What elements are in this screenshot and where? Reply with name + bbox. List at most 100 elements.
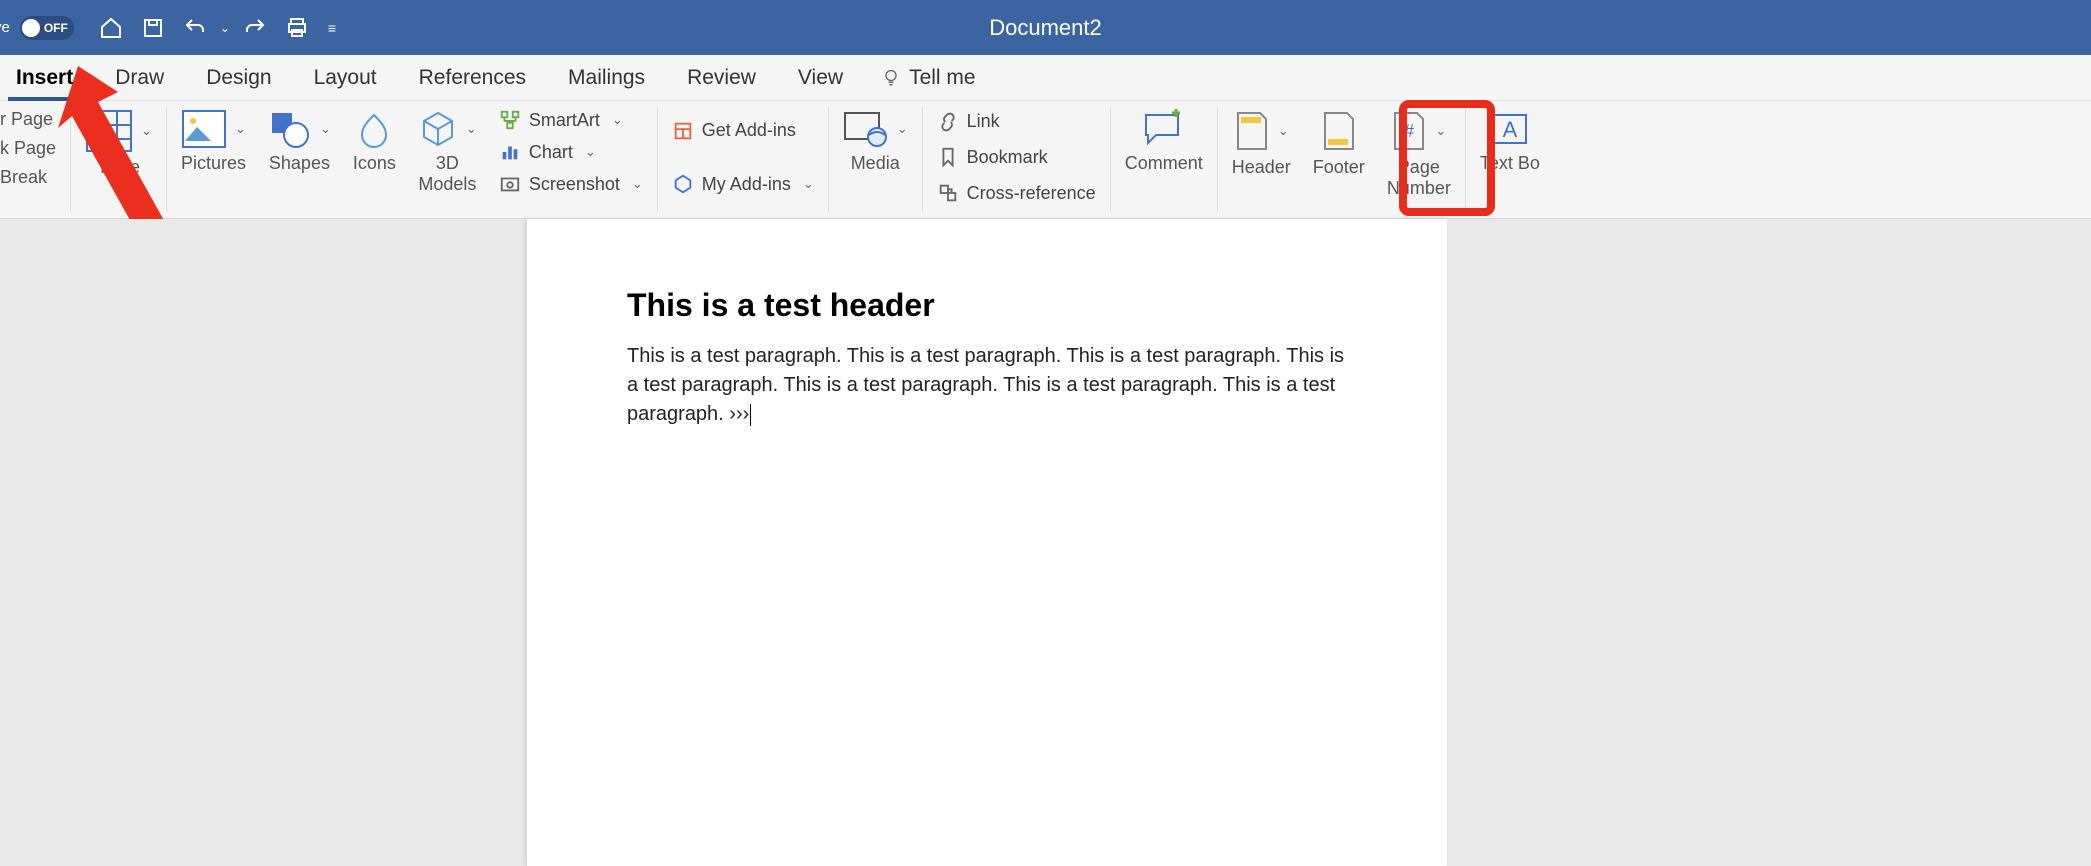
comment-button[interactable]: Comment xyxy=(1125,109,1203,174)
table-label: Table xyxy=(97,157,140,178)
media-button[interactable]: ⌄ Media xyxy=(843,109,908,174)
redo-icon[interactable] xyxy=(238,11,272,45)
group-illustrations: ⌄ Pictures ⌄ Shapes Icons ⌄ 3D xyxy=(167,107,658,212)
page-number-button[interactable]: # ⌄ Page Number xyxy=(1387,109,1451,198)
store-icon xyxy=(672,120,694,142)
icons-label: Icons xyxy=(353,153,396,174)
tab-references[interactable]: References xyxy=(415,58,530,98)
group-header-footer: ⌄ Header Footer # ⌄ Page Number xyxy=(1218,107,1466,212)
bookmark-button[interactable]: Bookmark xyxy=(937,146,1096,168)
get-addins-button[interactable]: Get Add-ins xyxy=(672,120,814,142)
document-canvas: This is a test header This is a test par… xyxy=(0,219,2091,866)
ribbon-insert: r Page k Page Break ⌄ Table ⌄ Pictures xyxy=(0,101,2091,219)
shapes-label: Shapes xyxy=(269,153,330,174)
chart-icon xyxy=(499,141,521,163)
chevron-down-icon: ⌄ xyxy=(585,144,596,160)
chart-label: Chart xyxy=(529,142,573,163)
header-button[interactable]: ⌄ Header xyxy=(1232,109,1291,178)
tab-mailings[interactable]: Mailings xyxy=(564,58,649,98)
group-links: Link Bookmark Cross-reference xyxy=(923,107,1111,212)
smartart-label: SmartArt xyxy=(529,110,600,131)
footer-button[interactable]: Footer xyxy=(1313,109,1365,178)
svg-text:A: A xyxy=(1503,117,1518,142)
cover-page-button[interactable]: r Page xyxy=(0,109,56,130)
link-button[interactable]: Link xyxy=(937,111,1096,133)
text-box-button[interactable]: A Text Bo xyxy=(1480,109,1540,174)
chevron-down-icon: ⌄ xyxy=(803,176,814,192)
my-addins-button[interactable]: My Add-ins⌄ xyxy=(672,173,814,195)
chevron-down-icon: ⌄ xyxy=(897,121,908,137)
bulb-icon xyxy=(881,68,901,88)
table-button[interactable]: ⌄ Table xyxy=(85,109,152,178)
tab-draw[interactable]: Draw xyxy=(111,58,168,98)
tab-insert[interactable]: Insert xyxy=(12,58,77,98)
link-icon xyxy=(937,111,959,133)
shapes-button[interactable]: ⌄ Shapes xyxy=(268,109,331,174)
group-text: A Text Bo xyxy=(1466,107,1554,212)
text-box-label: Text Bo xyxy=(1480,153,1540,174)
document-page[interactable]: This is a test header This is a test par… xyxy=(527,219,1447,866)
text-cursor xyxy=(750,404,751,426)
screenshot-label: Screenshot xyxy=(529,174,620,195)
group-pages-partial: r Page k Page Break xyxy=(0,107,71,212)
document-header-text: This is a test header xyxy=(627,287,1347,324)
blank-page-button[interactable]: k Page xyxy=(0,138,56,159)
ribbon-tabs: Insert Draw Design Layout References Mai… xyxy=(0,55,2091,101)
tab-design[interactable]: Design xyxy=(202,58,275,98)
media-icon xyxy=(843,109,889,149)
chevron-down-icon: ⌄ xyxy=(612,112,623,128)
hexagon-icon xyxy=(672,173,694,195)
pictures-icon xyxy=(181,109,227,149)
group-media: ⌄ Media xyxy=(829,107,923,212)
text-box-icon: A xyxy=(1490,109,1530,149)
3d-models-button[interactable]: ⌄ 3D Models xyxy=(418,109,477,194)
group-addins: Get Add-ins My Add-ins⌄ xyxy=(658,107,829,212)
footer-icon xyxy=(1321,109,1357,153)
toggle-off-label: OFF xyxy=(44,21,68,35)
title-bar: ve OFF ⌄ ≡ Document2 xyxy=(0,0,2091,55)
chevron-down-icon: ⌄ xyxy=(141,123,152,139)
page-break-button[interactable]: Break xyxy=(0,167,56,188)
print-icon[interactable] xyxy=(280,11,314,45)
icons-button[interactable]: Icons xyxy=(353,109,396,174)
customize-qat-icon[interactable]: ≡ xyxy=(328,20,336,36)
chevron-down-icon: ⌄ xyxy=(1278,123,1289,139)
chevron-down-icon: ⌄ xyxy=(632,176,643,192)
icons-icon xyxy=(354,109,394,149)
media-label: Media xyxy=(851,153,900,174)
comment-label: Comment xyxy=(1125,153,1203,174)
footer-label: Footer xyxy=(1313,157,1365,178)
screenshot-icon xyxy=(499,173,521,195)
save-icon[interactable] xyxy=(136,11,170,45)
home-icon[interactable] xyxy=(94,11,128,45)
header-label: Header xyxy=(1232,157,1291,178)
pictures-button[interactable]: ⌄ Pictures xyxy=(181,109,246,174)
get-addins-label: Get Add-ins xyxy=(702,120,796,141)
smartart-button[interactable]: SmartArt ⌄ xyxy=(499,109,643,131)
undo-icon[interactable] xyxy=(178,11,212,45)
table-icon xyxy=(85,109,133,153)
toggle-knob xyxy=(22,19,40,37)
tell-me-label: Tell me xyxy=(909,66,976,90)
cross-reference-button[interactable]: Cross-reference xyxy=(937,182,1096,204)
tab-view[interactable]: View xyxy=(794,58,847,98)
illustrations-small-stack: SmartArt ⌄ Chart ⌄ Screenshot ⌄ xyxy=(499,109,643,195)
comment-icon xyxy=(1142,109,1186,149)
smartart-icon xyxy=(499,109,521,131)
tab-review[interactable]: Review xyxy=(683,58,760,98)
link-label: Link xyxy=(967,111,1000,132)
group-comment: Comment xyxy=(1111,107,1218,212)
tab-layout[interactable]: Layout xyxy=(310,58,381,98)
autosave-label-partial: ve xyxy=(0,19,10,36)
shapes-icon xyxy=(268,109,312,149)
autosave-toggle[interactable]: OFF xyxy=(20,16,74,40)
crossref-icon xyxy=(937,182,959,204)
chevron-down-icon: ⌄ xyxy=(235,121,246,137)
bookmark-label: Bookmark xyxy=(967,147,1048,168)
screenshot-button[interactable]: Screenshot ⌄ xyxy=(499,173,643,195)
chart-button[interactable]: Chart ⌄ xyxy=(499,141,643,163)
tell-me-search[interactable]: Tell me xyxy=(881,66,976,90)
page-number-icon: # xyxy=(1391,109,1427,153)
undo-dropdown-icon[interactable]: ⌄ xyxy=(220,21,230,35)
svg-text:#: # xyxy=(1404,121,1414,141)
